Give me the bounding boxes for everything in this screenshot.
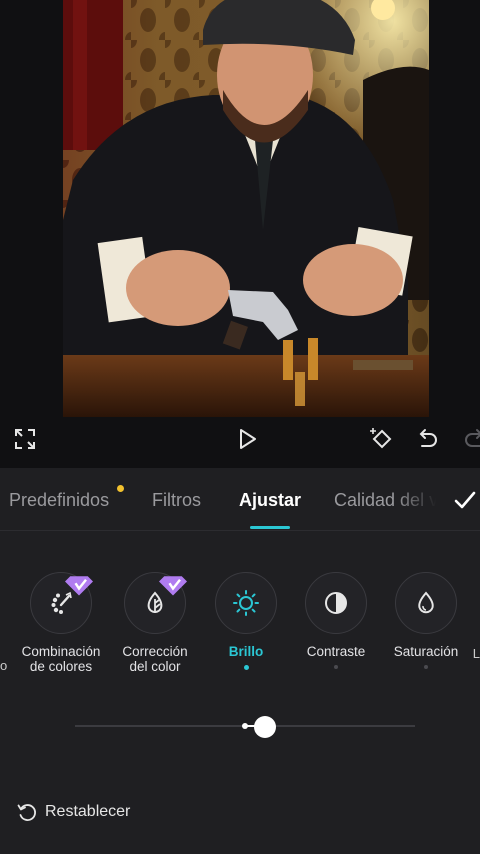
tab-predefinidos[interactable]: Predefinidos xyxy=(9,490,109,511)
reset-icon xyxy=(17,804,36,821)
tool-correccion-color[interactable]: Corrección del color xyxy=(110,572,200,684)
previous-tool-edge: o xyxy=(0,658,8,673)
tab-ajustar[interactable]: Ajustar xyxy=(239,490,301,511)
reset-button[interactable]: Restablecer xyxy=(16,800,130,824)
adjust-panel: Predefinidos Filtros Ajustar Calidad del… xyxy=(0,468,480,854)
tool-saturacion[interactable]: Saturación xyxy=(381,572,471,669)
premium-gem-icon xyxy=(159,576,187,596)
reset-label: Restablecer xyxy=(45,803,131,820)
next-tool-edge: L xyxy=(472,646,480,661)
tool-contraste[interactable]: Contraste xyxy=(291,572,381,669)
video-preview-area xyxy=(0,0,480,420)
keyframe-icon[interactable] xyxy=(368,426,394,452)
tool-label-line1: Combinación xyxy=(21,644,101,659)
brightness-icon xyxy=(233,590,259,616)
saturation-icon xyxy=(418,591,434,614)
expand-icon[interactable] xyxy=(12,426,38,452)
brightness-slider[interactable] xyxy=(75,716,415,738)
tool-mark xyxy=(334,665,338,669)
contrast-icon xyxy=(325,592,347,614)
tool-label-line1: Saturación xyxy=(393,644,459,659)
slider-zero-marker xyxy=(242,723,248,729)
video-still-image xyxy=(63,0,429,417)
new-indicator-dot xyxy=(117,485,124,492)
tool-label-line1: Contraste xyxy=(306,644,366,659)
tool-label-line1: Brillo xyxy=(228,644,264,659)
active-tab-indicator xyxy=(250,526,290,529)
slider-thumb[interactable] xyxy=(254,716,276,738)
tool-brillo[interactable]: Brillo xyxy=(201,572,291,670)
tool-mark xyxy=(424,665,428,669)
active-tool-dot xyxy=(243,665,249,670)
video-frame[interactable] xyxy=(63,0,429,417)
playback-toolbar xyxy=(0,418,480,458)
tool-combinacion-colores[interactable]: Combinación de colores xyxy=(16,572,106,684)
undo-icon[interactable] xyxy=(414,426,440,452)
play-icon[interactable] xyxy=(234,426,260,452)
tool-label-line1: Corrección xyxy=(122,644,188,659)
tab-fade-overlay xyxy=(395,468,450,528)
tool-label-line2: del color xyxy=(129,659,181,674)
tab-filtros[interactable]: Filtros xyxy=(152,490,201,511)
tab-bar: Predefinidos Filtros Ajustar Calidad del… xyxy=(0,468,480,531)
premium-gem-icon xyxy=(65,576,93,596)
tool-label-line2: de colores xyxy=(29,659,93,674)
redo-icon[interactable] xyxy=(462,426,480,452)
confirm-check-icon[interactable] xyxy=(452,487,478,513)
